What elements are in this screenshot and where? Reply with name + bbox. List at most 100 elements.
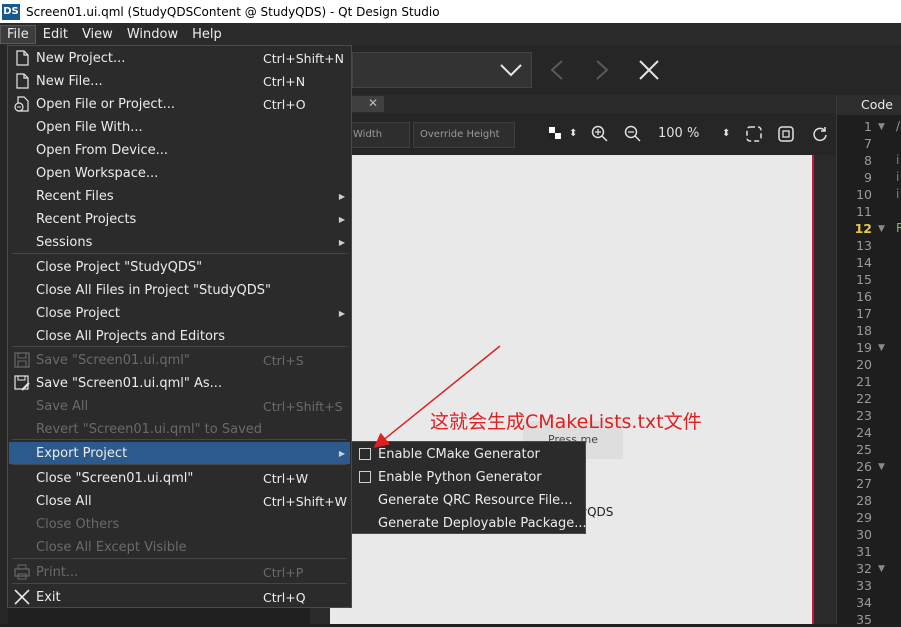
menu-item-shortcut: Ctrl+Q (263, 589, 306, 605)
file-menu-item-open-file-with[interactable]: Open File With... (9, 116, 350, 138)
zoom-stepper-icon[interactable]: ⬍ (722, 128, 730, 139)
file-menu: New Project... Ctrl+Shift+N New File... Ctr… (7, 45, 352, 608)
file-menu-item-recent-projects[interactable]: Recent Projects ▶ (9, 208, 350, 230)
file-menu-item-save-screen01-ui-qml: Save "Screen01.ui.qml" Ctrl+S (9, 349, 350, 371)
menu-item-shortcut: Ctrl+O (263, 96, 306, 112)
menu-help[interactable]: Help (185, 25, 229, 44)
file-menu-item-revert-screen01-ui-qml-to-saved: Revert "Screen01.ui.qml" to Saved (9, 418, 350, 440)
line-number: 31 (856, 544, 872, 559)
export-project-submenu: Enable CMake Generator Enable Python Gene… (351, 441, 587, 535)
menu-file[interactable]: File (0, 24, 36, 44)
line-number: 35 (856, 612, 872, 627)
background-color-icon[interactable] (549, 127, 561, 139)
menu-item-shortcut: Ctrl+S (263, 352, 304, 368)
menu-item-label: Save "Screen01.ui.qml" (36, 352, 190, 368)
line-number: 18 (856, 323, 872, 338)
menu-item-label: New File... (36, 73, 103, 89)
file-menu-item-close-project-studyqds[interactable]: Close Project "StudyQDS" (9, 256, 350, 278)
file-menu-item-export-project[interactable]: Export Project ▶ (9, 442, 350, 464)
checkbox[interactable] (359, 471, 371, 483)
line-number: 19 (856, 340, 872, 355)
menu-item-shortcut: Ctrl+W (263, 470, 309, 486)
line-number: 13 (856, 238, 872, 253)
chevron-down-icon[interactable] (498, 60, 524, 80)
line-number: 21 (856, 374, 872, 389)
line-number: 16 (856, 289, 872, 304)
fold-marker-icon[interactable]: ▼ (878, 224, 885, 234)
chevron-right-icon[interactable] (594, 59, 610, 81)
fit-selection-icon[interactable] (777, 125, 795, 143)
fold-marker-icon[interactable]: ▼ (878, 343, 885, 353)
close-icon[interactable] (638, 59, 660, 81)
code-fragment: i (896, 170, 900, 184)
chevron-left-icon[interactable] (549, 59, 565, 81)
zoom-out-icon[interactable] (624, 125, 642, 143)
file-menu-item-exit[interactable]: Exit Ctrl+Q (9, 586, 350, 608)
save-icon (14, 352, 30, 368)
file-menu-item-open-file-or-project[interactable]: Open File or Project... Ctrl+O (9, 93, 350, 115)
menu-item-label: Save "Screen01.ui.qml" As... (36, 375, 223, 391)
reset-view-icon[interactable] (811, 125, 829, 143)
stepper-icon[interactable]: ⬍ (569, 128, 577, 139)
fit-screen-icon[interactable] (745, 125, 763, 143)
file-menu-item-recent-files[interactable]: Recent Files ▶ (9, 185, 350, 207)
checkbox[interactable] (359, 448, 371, 460)
file-menu-item-print: Print... Ctrl+P (9, 561, 350, 583)
zoom-in-icon[interactable] (591, 125, 609, 143)
file-menu-item-save-screen01-ui-qml-as[interactable]: Save "Screen01.ui.qml" As... (9, 372, 350, 394)
line-number: 9 (864, 170, 872, 185)
menu-item-label: Recent Files (36, 188, 114, 204)
file-menu-item-open-from-device[interactable]: Open From Device... (9, 139, 350, 161)
fold-marker-icon[interactable]: ▼ (878, 462, 885, 472)
line-number: 20 (856, 357, 872, 372)
menu-separator (12, 558, 347, 559)
line-number: 34 (856, 595, 872, 610)
file-menu-item-new-project[interactable]: New Project... Ctrl+Shift+N (9, 47, 350, 69)
design-canvas[interactable] (330, 155, 814, 624)
export-item-label: Generate Deployable Package... (378, 516, 587, 531)
menu-item-shortcut: Ctrl+P (263, 564, 304, 580)
file-menu-item-save-all: Save All Ctrl+Shift+S (9, 395, 350, 417)
fold-marker-icon[interactable]: ▼ (878, 122, 885, 132)
menu-view[interactable]: View (75, 25, 120, 44)
app-logo: DS (2, 3, 20, 20)
menu-item-label: Open File or Project... (36, 96, 176, 112)
zoom-level[interactable]: 100 % (658, 126, 699, 141)
menu-edit[interactable]: Edit (36, 25, 75, 44)
menu-item-label: Open Workspace... (36, 165, 159, 181)
export-item-label: Enable Python Generator (378, 470, 542, 485)
file-menu-item-close-screen01-ui-qml[interactable]: Close "Screen01.ui.qml" Ctrl+W (9, 467, 350, 489)
export-item-label: Enable CMake Generator (378, 447, 540, 462)
code-panel-header: Code (837, 95, 901, 115)
line-number: 12 (854, 221, 872, 236)
fold-marker-icon[interactable]: ▼ (878, 564, 885, 574)
file-menu-item-close-all-projects-and-editors[interactable]: Close All Projects and Editors (9, 325, 350, 347)
override-height-field[interactable]: Override Height (413, 122, 515, 148)
line-number: 29 (856, 510, 872, 525)
file-menu-item-sessions[interactable]: Sessions ▶ (9, 231, 350, 253)
submenu-arrow-icon: ▶ (338, 237, 345, 247)
line-number: 26 (856, 459, 872, 474)
file-menu-item-close-all-files-in-project-studyqds[interactable]: Close All Files in Project "StudyQDS" (9, 279, 350, 301)
tab-close-icon[interactable]: ✕ (368, 96, 378, 110)
export-item-enable-cmake-generator[interactable]: Enable CMake Generator (352, 443, 585, 466)
line-number: 1 (864, 119, 872, 134)
file-menu-item-open-workspace[interactable]: Open Workspace... (9, 162, 350, 184)
menu-window[interactable]: Window (120, 25, 185, 44)
file-menu-item-close-project[interactable]: Close Project ▶ (9, 302, 350, 324)
file-menu-item-close-all[interactable]: Close All Ctrl+Shift+W (9, 490, 350, 512)
code-fragment: i (896, 187, 900, 201)
menu-separator (12, 464, 347, 465)
line-number: 27 (856, 476, 872, 491)
export-item-enable-python-generator[interactable]: Enable Python Generator (352, 466, 585, 489)
export-item-generate-qrc-resource-file[interactable]: Generate QRC Resource File... (352, 489, 585, 512)
menu-item-label: Close All Projects and Editors (36, 328, 226, 344)
menu-item-shortcut: Ctrl+N (263, 73, 306, 89)
file-menu-item-new-file[interactable]: New File... Ctrl+N (9, 70, 350, 92)
menu-item-label: Recent Projects (36, 211, 137, 227)
line-number: 11 (856, 204, 872, 219)
menu-item-label: Export Project (36, 445, 128, 461)
menu-item-label: Revert "Screen01.ui.qml" to Saved (36, 421, 263, 437)
line-number: 17 (856, 306, 872, 321)
export-item-generate-deployable-package[interactable]: Generate Deployable Package... (352, 512, 587, 535)
